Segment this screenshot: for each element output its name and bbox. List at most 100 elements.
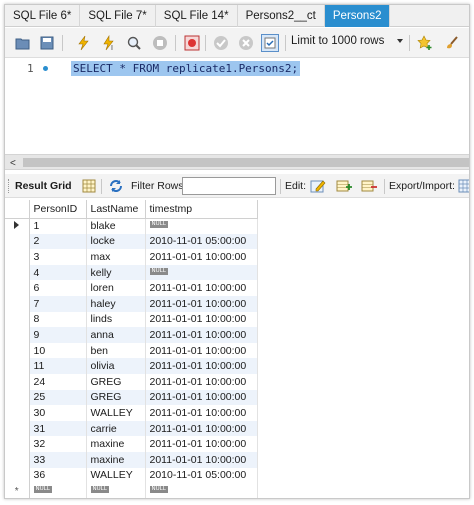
table-row[interactable]: 32 maxine 2011-01-01 10:00:00 xyxy=(5,436,258,452)
cell-lastname[interactable]: maxine xyxy=(86,451,146,468)
cell-lastname[interactable]: blake xyxy=(86,218,146,234)
cell-lastname[interactable]: WALLEY xyxy=(86,405,146,421)
column-header-lastname[interactable]: LastName xyxy=(86,200,146,219)
cell-timestmp[interactable]: 2011-01-01 10:00:00 xyxy=(145,436,258,452)
row-marker[interactable] xyxy=(5,327,30,343)
cell-timestmp[interactable]: 2011-01-01 10:00:00 xyxy=(145,311,258,328)
cell-timestmp[interactable]: 2011-01-01 10:00:00 xyxy=(145,389,258,406)
cell-personid[interactable]: 4 xyxy=(29,264,87,281)
cell-personid[interactable]: NULL xyxy=(29,483,87,498)
row-marker[interactable] xyxy=(5,389,30,406)
cell-timestmp[interactable]: 2010-11-01 05:00:00 xyxy=(145,233,258,250)
table-row[interactable]: 33 maxine 2011-01-01 10:00:00 xyxy=(5,451,258,468)
cell-timestmp[interactable]: 2011-01-01 10:00:00 xyxy=(145,420,258,437)
cell-personid[interactable]: 2 xyxy=(29,233,87,250)
cell-lastname[interactable]: WALLEY xyxy=(86,467,146,484)
column-header-personid[interactable]: PersonID xyxy=(29,200,87,219)
stop-icon[interactable] xyxy=(151,34,169,52)
tab-persons2[interactable]: Persons2 xyxy=(324,5,391,27)
row-marker[interactable] xyxy=(5,373,30,390)
tab-persons2-ct[interactable]: Persons2__ct xyxy=(238,5,325,27)
refresh-icon[interactable] xyxy=(108,178,124,194)
new-row[interactable]: * NULL NULL NULL xyxy=(5,483,258,498)
row-marker[interactable] xyxy=(5,451,30,468)
tab-sql-file-14[interactable]: SQL File 14* xyxy=(156,5,238,27)
cell-lastname[interactable]: linds xyxy=(86,311,146,328)
row-marker[interactable]: * xyxy=(5,483,30,498)
cell-personid[interactable]: 32 xyxy=(29,436,87,452)
editor-horizontal-scrollbar[interactable]: < xyxy=(5,154,469,170)
beautify-brush-icon[interactable] xyxy=(443,34,461,52)
table-row[interactable]: 36 WALLEY 2010-11-01 05:00:00 xyxy=(5,467,258,484)
cell-lastname[interactable]: locke xyxy=(86,233,146,250)
edit-row-icon[interactable] xyxy=(310,178,326,194)
cell-timestmp[interactable]: 2011-01-01 10:00:00 xyxy=(145,295,258,312)
cell-personid[interactable]: 1 xyxy=(29,218,87,234)
cell-personid[interactable]: 11 xyxy=(29,358,87,374)
delete-row-icon[interactable] xyxy=(361,178,377,194)
cell-timestmp[interactable]: 2010-11-01 05:00:00 xyxy=(145,467,258,484)
tab-sql-file-7[interactable]: SQL File 7* xyxy=(80,5,156,27)
cell-timestmp[interactable]: 2011-01-01 10:00:00 xyxy=(145,327,258,343)
cell-lastname[interactable]: kelly xyxy=(86,264,146,281)
row-marker[interactable] xyxy=(5,218,30,234)
row-marker[interactable] xyxy=(5,311,30,328)
export-grid-icon[interactable] xyxy=(457,178,469,194)
save-icon[interactable] xyxy=(38,34,56,52)
cell-lastname[interactable]: olivia xyxy=(86,358,146,374)
table-row[interactable]: 6 loren 2011-01-01 10:00:00 xyxy=(5,280,258,296)
cell-personid[interactable]: 3 xyxy=(29,249,87,265)
filter-rows-input[interactable] xyxy=(182,177,276,195)
table-row[interactable]: 25 GREG 2011-01-01 10:00:00 xyxy=(5,389,258,406)
result-grid-label[interactable]: Result Grid xyxy=(15,180,72,192)
cell-lastname[interactable]: loren xyxy=(86,280,146,296)
table-row[interactable]: 4 kelly NULL xyxy=(5,264,258,281)
cell-personid[interactable]: 6 xyxy=(29,280,87,296)
table-row[interactable]: 3 max 2011-01-01 10:00:00 xyxy=(5,249,258,265)
row-marker[interactable] xyxy=(5,342,30,359)
cell-timestmp[interactable]: 2011-01-01 10:00:00 xyxy=(145,280,258,296)
stop-on-error-icon[interactable] xyxy=(183,34,201,52)
cell-lastname[interactable]: ben xyxy=(86,342,146,359)
execute-lightning-icon[interactable] xyxy=(74,34,92,52)
cell-timestmp[interactable]: 2011-01-01 10:00:00 xyxy=(145,249,258,265)
column-header-timestmp[interactable]: timestmp xyxy=(145,200,258,219)
row-marker[interactable] xyxy=(5,420,30,437)
table-row[interactable]: 9 anna 2011-01-01 10:00:00 xyxy=(5,327,258,343)
cell-lastname[interactable]: max xyxy=(86,249,146,265)
table-row[interactable]: 11 olivia 2011-01-01 10:00:00 xyxy=(5,358,258,374)
cell-timestmp[interactable]: NULL xyxy=(145,264,258,281)
row-marker[interactable] xyxy=(5,249,30,265)
cell-lastname[interactable]: NULL xyxy=(86,483,146,498)
cell-lastname[interactable]: maxine xyxy=(86,436,146,452)
cell-timestmp[interactable]: 2011-01-01 10:00:00 xyxy=(145,405,258,421)
table-row[interactable]: 31 carrie 2011-01-01 10:00:00 xyxy=(5,420,258,437)
cell-personid[interactable]: 9 xyxy=(29,327,87,343)
row-marker[interactable] xyxy=(5,295,30,312)
cell-personid[interactable]: 30 xyxy=(29,405,87,421)
cell-personid[interactable]: 25 xyxy=(29,389,87,406)
limit-rows-select[interactable]: Limit to 1000 rows xyxy=(291,35,384,47)
table-row[interactable]: 1 blake NULL xyxy=(5,218,258,234)
cell-personid[interactable]: 10 xyxy=(29,342,87,359)
row-marker[interactable] xyxy=(5,467,30,484)
explain-magnifier-icon[interactable] xyxy=(125,34,143,52)
cell-lastname[interactable]: GREG xyxy=(86,389,146,406)
rollback-x-icon[interactable] xyxy=(237,34,255,52)
cell-timestmp[interactable]: 2011-01-01 10:00:00 xyxy=(145,358,258,374)
row-marker[interactable] xyxy=(5,358,30,374)
row-marker[interactable] xyxy=(5,233,30,250)
table-row[interactable]: 8 linds 2011-01-01 10:00:00 xyxy=(5,311,258,328)
table-row[interactable]: 7 haley 2011-01-01 10:00:00 xyxy=(5,295,258,312)
cell-personid[interactable]: 24 xyxy=(29,373,87,390)
table-row[interactable]: 2 locke 2010-11-01 05:00:00 xyxy=(5,233,258,250)
commit-check-icon[interactable] xyxy=(212,34,230,52)
cell-personid[interactable]: 8 xyxy=(29,311,87,328)
chevron-down-icon[interactable] xyxy=(397,39,403,43)
cell-timestmp[interactable]: 2011-01-01 10:00:00 xyxy=(145,373,258,390)
sql-editor[interactable]: 1 SELECT * FROM replicate1.Persons2; xyxy=(5,58,469,154)
cell-lastname[interactable]: GREG xyxy=(86,373,146,390)
autocommit-toggle-icon[interactable] xyxy=(261,34,279,52)
insert-row-icon[interactable] xyxy=(336,178,352,194)
cell-timestmp[interactable]: 2011-01-01 10:00:00 xyxy=(145,451,258,468)
